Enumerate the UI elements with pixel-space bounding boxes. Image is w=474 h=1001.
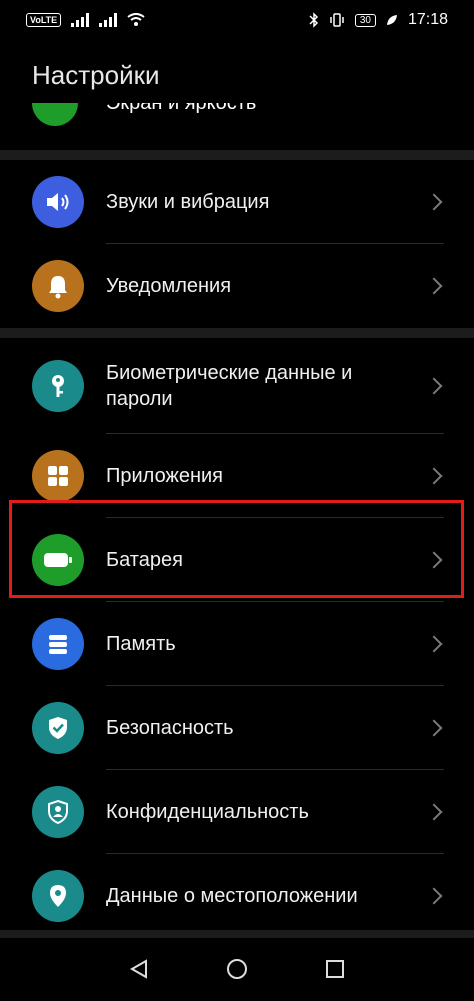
settings-group-sound: Звуки и вибрация Уведомления — [0, 160, 474, 328]
chevron-right-icon — [425, 887, 443, 905]
settings-item-notifications[interactable]: Уведомления — [0, 244, 474, 328]
settings-item-label: Биометрические данные и пароли — [106, 362, 353, 410]
highlight-box — [9, 500, 464, 598]
volume-icon — [32, 176, 84, 228]
settings-item-label: Данные о местоположении — [106, 885, 358, 907]
settings-item-privacy[interactable]: Конфиденциальность — [0, 770, 474, 854]
apps-grid-icon — [32, 450, 84, 502]
navigation-bar — [0, 937, 474, 1001]
settings-item-label: Приложения — [106, 465, 224, 487]
bell-icon — [32, 260, 84, 312]
home-icon[interactable] — [222, 954, 252, 984]
settings-item-location[interactable]: Данные о местоположении — [0, 854, 474, 938]
battery-level: 30 — [354, 13, 376, 27]
settings-item-biometrics[interactable]: Биометрические данные и пароли — [0, 338, 474, 434]
chevron-right-icon — [425, 377, 443, 395]
settings-group-system: Биометрические данные и пароли Приложени… — [0, 338, 474, 938]
section-separator — [0, 150, 474, 160]
section-separator — [0, 328, 474, 338]
volte-badge: VoLTE — [26, 13, 62, 27]
key-icon — [32, 360, 84, 412]
signal-icon-2 — [99, 13, 118, 27]
settings-item-label: Звуки и вибрация — [106, 191, 270, 213]
chevron-right-icon — [425, 803, 443, 821]
location-pin-icon — [32, 870, 84, 922]
status-bar: VoLTE 30 17:18 — [0, 0, 474, 40]
partial-list-item[interactable]: Экран и яркость — [0, 103, 474, 133]
storage-icon — [32, 618, 84, 670]
bluetooth-icon — [309, 12, 318, 28]
vibrate-icon — [330, 13, 344, 27]
settings-item-label: Конфиденциальность — [106, 801, 309, 823]
clock: 17:18 — [407, 11, 448, 28]
settings-item-label: Память — [106, 633, 176, 655]
privacy-icon — [32, 786, 84, 838]
settings-item-storage[interactable]: Память — [0, 602, 474, 686]
display-icon — [32, 103, 78, 126]
signal-icon — [71, 13, 90, 27]
wifi-icon — [127, 13, 145, 26]
leaf-icon — [386, 15, 397, 25]
chevron-right-icon — [425, 277, 443, 295]
back-icon[interactable] — [124, 954, 154, 984]
shield-check-icon — [32, 702, 84, 754]
settings-item-security[interactable]: Безопасность — [0, 686, 474, 770]
chevron-right-icon — [425, 635, 443, 653]
chevron-right-icon — [425, 719, 443, 737]
settings-item-label: Безопасность — [106, 717, 234, 739]
partial-item-label: Экран и яркость — [106, 103, 256, 115]
page-title: Настройки — [32, 60, 160, 90]
chevron-right-icon — [425, 467, 443, 485]
chevron-right-icon — [425, 193, 443, 211]
recents-icon[interactable] — [320, 954, 350, 984]
settings-item-sounds[interactable]: Звуки и вибрация — [0, 160, 474, 244]
settings-item-label: Уведомления — [106, 275, 232, 297]
